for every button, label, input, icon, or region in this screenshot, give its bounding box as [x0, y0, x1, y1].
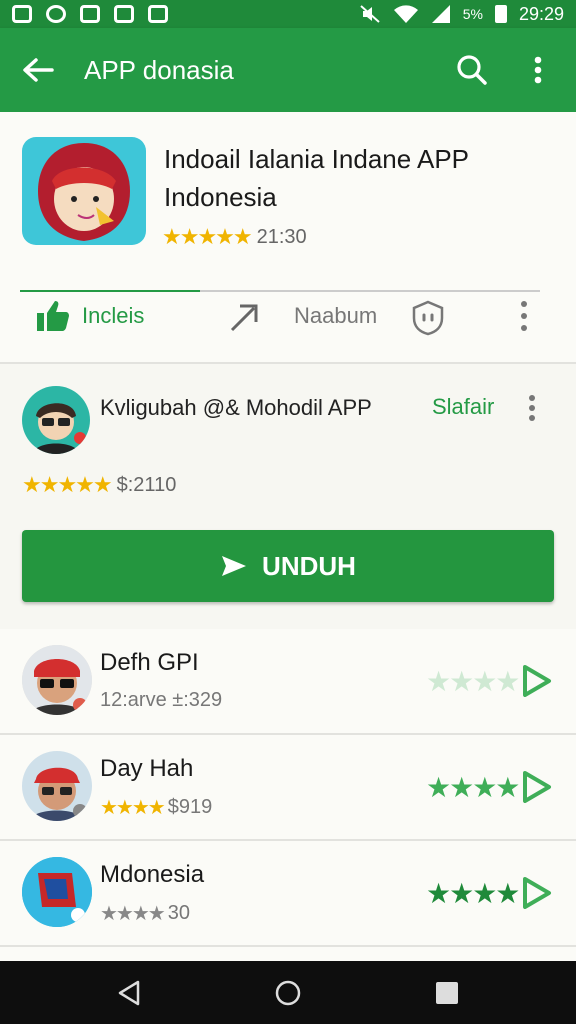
- app-logo-icon: [22, 857, 92, 927]
- list-item-title: Mdonesia: [100, 861, 205, 888]
- badge-button[interactable]: [410, 300, 446, 336]
- app-header: Indoail Ialania Indane APP Indonesia ★★★…: [0, 112, 576, 282]
- status-bar: 5% 29:29: [0, 0, 576, 28]
- clock-notification-icon: [46, 5, 66, 23]
- app-icon[interactable]: [22, 137, 146, 245]
- action-row: Incleis Naabum: [0, 282, 576, 364]
- list-item[interactable]: Mdonesia ★★★★ 30 ★★★★: [0, 841, 576, 947]
- developer-link[interactable]: Slafair: [432, 394, 494, 420]
- list-item[interactable]: Day Hah ★★★★ $919 ★★★★: [0, 735, 576, 841]
- install-shortcut-button[interactable]: [522, 771, 552, 808]
- circle-home-icon: [275, 980, 301, 1005]
- battery-percent: 5%: [462, 6, 483, 22]
- app-bar: APP donasia: [0, 28, 576, 112]
- battery-icon: [494, 5, 507, 23]
- nav-home-button[interactable]: [258, 963, 318, 1023]
- list-item-meta: $919: [167, 796, 213, 818]
- developer-rating: ★★★★★ $:2110: [22, 472, 176, 498]
- square-recents-icon: [435, 981, 458, 1004]
- more-vert-icon: [534, 56, 542, 84]
- app-rating: ★★★★★ 21:30: [162, 224, 307, 250]
- app-title: Indoail Ialania Indane APP Indonesia: [164, 144, 469, 212]
- person-avatar-icon: [22, 751, 92, 821]
- share-arrow-icon: [230, 304, 258, 332]
- list-item-stars: ★★★★: [426, 878, 520, 909]
- list-item-subtitle: ★★★★ $919: [100, 795, 212, 820]
- notification-icon: [12, 5, 32, 23]
- app-list: Defh GPI 12:arve ±:329 ★★★★ Day Hah ★★★★…: [0, 629, 576, 961]
- more-vert-icon: [529, 395, 535, 421]
- wifi-icon: [393, 5, 418, 23]
- list-item-sub-stars: ★★★★: [100, 903, 166, 925]
- list-item-sub-stars: ★★★★: [100, 797, 166, 819]
- list-item-title: Day Hah: [100, 755, 194, 782]
- share-label: Naabum: [294, 303, 378, 328]
- list-avatar: [22, 645, 92, 715]
- rating-stars: ★★★★★: [162, 224, 253, 249]
- developer-avatar[interactable]: [22, 386, 90, 454]
- play-store-icon: [523, 771, 551, 803]
- message-notification-icon: [148, 5, 168, 23]
- more-vert-icon: [521, 301, 527, 331]
- mute-icon: [360, 5, 380, 23]
- search-icon: [457, 55, 487, 85]
- like-label: Incleis: [82, 303, 145, 328]
- signal-icon: [431, 5, 450, 23]
- developer-more-button[interactable]: [528, 394, 536, 427]
- nav-back-button[interactable]: [99, 963, 159, 1023]
- system-nav-bar: [0, 961, 576, 1024]
- clock: 29:29: [518, 3, 564, 24]
- list-item-partial[interactable]: [0, 947, 576, 961]
- developer-name: Kvligubah @& Mohodil APP: [100, 395, 372, 420]
- list-item-stars: ★★★★: [426, 772, 520, 803]
- share-button[interactable]: Naabum: [228, 300, 377, 332]
- install-shortcut-button[interactable]: [522, 877, 552, 914]
- shield-icon: [412, 300, 444, 336]
- arrow-back-icon: [23, 58, 54, 82]
- install-shortcut-button[interactable]: [522, 665, 552, 702]
- developer-section: Kvligubah @& Mohodil APP Slafair ★★★★★ $…: [0, 364, 576, 629]
- person-avatar-icon: [22, 645, 92, 715]
- character-face-icon: [38, 143, 130, 241]
- play-store-icon: [523, 877, 551, 909]
- install-label: UNDUH: [262, 550, 356, 581]
- list-item-stars: ★★★★: [426, 666, 520, 697]
- list-item-meta: 12:arve ±:329: [100, 689, 223, 711]
- list-avatar: [22, 857, 92, 927]
- like-button[interactable]: Incleis: [36, 300, 144, 332]
- person-avatar-icon: [32, 403, 86, 454]
- list-item-meta: 30: [167, 902, 190, 924]
- list-avatar: [22, 751, 92, 821]
- overflow-menu-button[interactable]: [514, 46, 562, 94]
- thumb-up-icon: [37, 301, 69, 331]
- action-more-button[interactable]: [520, 300, 528, 332]
- send-arrow-icon: [222, 556, 247, 576]
- back-button[interactable]: [6, 38, 70, 102]
- home-notification-icon: [80, 5, 100, 23]
- rating-stars: ★★★★★: [22, 472, 113, 497]
- page-title: APP donasia: [84, 54, 234, 85]
- list-item-subtitle: 12:arve ±:329: [100, 689, 222, 712]
- search-button[interactable]: [448, 46, 496, 94]
- list-item-title: Defh GPI: [100, 649, 199, 676]
- triangle-back-icon: [119, 980, 140, 1005]
- app-notification-icon: [114, 5, 134, 23]
- tab-indicator: [20, 290, 540, 292]
- list-item[interactable]: Defh GPI 12:arve ±:329 ★★★★: [0, 629, 576, 735]
- rating-count: $:2110: [116, 473, 177, 496]
- play-store-icon: [523, 665, 551, 697]
- rating-count: 21:30: [256, 225, 307, 248]
- list-item-subtitle: ★★★★ 30: [100, 901, 190, 926]
- install-button[interactable]: UNDUH: [22, 530, 554, 602]
- nav-recents-button[interactable]: [417, 963, 477, 1023]
